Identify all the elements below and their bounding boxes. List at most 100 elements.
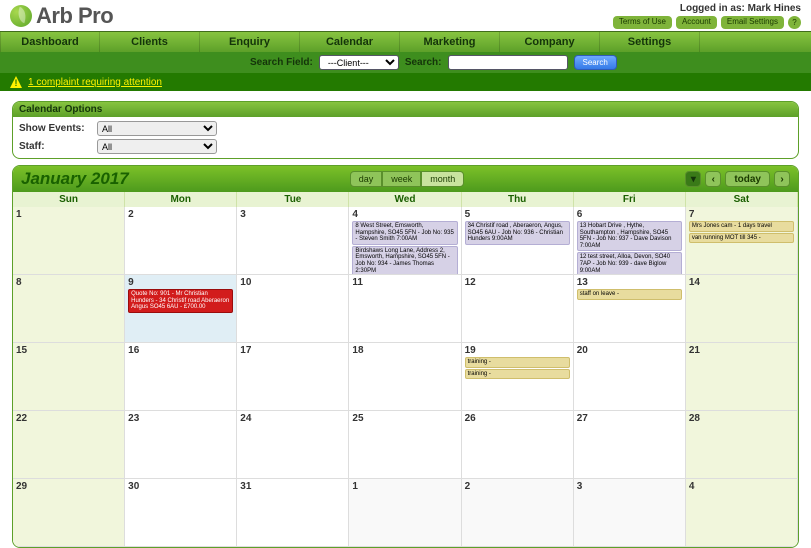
- calendar-event[interactable]: 13 Hobart Drive , Hythe, Southampton , H…: [577, 221, 682, 251]
- day-number: 14: [689, 277, 794, 288]
- day-number: 4: [352, 209, 457, 220]
- day-number: 2: [128, 209, 233, 220]
- view-week[interactable]: week: [382, 171, 421, 187]
- day-number: 21: [689, 345, 794, 356]
- calendar-event[interactable]: Mrs Jones cam - 1 days travel: [689, 221, 794, 232]
- day-cell[interactable]: 10: [237, 275, 349, 343]
- day-number: 10: [240, 277, 345, 288]
- day-cell[interactable]: 16: [125, 343, 237, 411]
- calendar-event[interactable]: Birdshaws Long Lane, Address 2, Emsworth…: [352, 246, 457, 275]
- show-events-select[interactable]: All: [97, 121, 217, 136]
- nav-clients[interactable]: Clients: [100, 32, 200, 52]
- day-number: 3: [577, 481, 682, 492]
- calendar-event[interactable]: van running MOT till 345 -: [689, 233, 794, 244]
- day-number: 27: [577, 413, 682, 424]
- nav-marketing[interactable]: Marketing: [400, 32, 500, 52]
- day-cell[interactable]: 15: [13, 343, 125, 411]
- day-cell[interactable]: 31: [237, 479, 349, 547]
- calendar-event[interactable]: 34 Christif road , Aberaeron, Angus, SO4…: [465, 221, 570, 245]
- prev-button[interactable]: ‹: [705, 171, 721, 187]
- nav-calendar[interactable]: Calendar: [300, 32, 400, 52]
- day-cell[interactable]: 11: [349, 275, 461, 343]
- day-number: 17: [240, 345, 345, 356]
- calendar-event[interactable]: training -: [465, 369, 570, 380]
- calendar-title: January 2017: [21, 169, 129, 189]
- day-cell[interactable]: 24: [237, 411, 349, 479]
- nav-enquiry[interactable]: Enquiry: [200, 32, 300, 52]
- day-cell[interactable]: 13staff on leave -: [574, 275, 686, 343]
- view-day[interactable]: day: [350, 171, 383, 187]
- search-bar: Search Field: ---Client--- Search: Searc…: [0, 52, 811, 73]
- staff-select[interactable]: All: [97, 139, 217, 154]
- alert-text[interactable]: 1 complaint requiring attention: [28, 77, 162, 88]
- nav-settings[interactable]: Settings: [600, 32, 700, 52]
- calendar-event[interactable]: 8 West Street, Emsworth, Hampshire, SO45…: [352, 221, 457, 245]
- day-cell[interactable]: 1: [13, 207, 125, 275]
- day-cell[interactable]: 17: [237, 343, 349, 411]
- calendar-event[interactable]: training -: [465, 357, 570, 368]
- day-cell[interactable]: 20: [574, 343, 686, 411]
- day-cell[interactable]: 23: [125, 411, 237, 479]
- dow-sun: Sun: [13, 192, 125, 207]
- day-number: 1: [352, 481, 457, 492]
- day-number: 6: [577, 209, 682, 220]
- day-number: 29: [16, 481, 121, 492]
- day-cell[interactable]: 3: [237, 207, 349, 275]
- day-cell[interactable]: 48 West Street, Emsworth, Hampshire, SO4…: [349, 207, 461, 275]
- day-number: 23: [128, 413, 233, 424]
- day-cell[interactable]: 613 Hobart Drive , Hythe, Southampton , …: [574, 207, 686, 275]
- search-button[interactable]: Search: [574, 55, 617, 70]
- day-cell[interactable]: 27: [574, 411, 686, 479]
- dow-mon: Mon: [125, 192, 237, 207]
- day-cell[interactable]: 12: [462, 275, 574, 343]
- day-cell[interactable]: 22: [13, 411, 125, 479]
- day-number: 3: [240, 209, 345, 220]
- terms-link[interactable]: Terms of Use: [613, 16, 672, 29]
- day-cell[interactable]: 29: [13, 479, 125, 547]
- day-cell[interactable]: 19training -training -: [462, 343, 574, 411]
- day-cell[interactable]: 14: [686, 275, 798, 343]
- day-cell[interactable]: 4: [686, 479, 798, 547]
- calendar-event[interactable]: 12 test street, Alloa, Devon, SO40 7AP -…: [577, 252, 682, 275]
- calendar-dropdown-icon[interactable]: ▾: [685, 171, 701, 187]
- next-button[interactable]: ›: [774, 171, 790, 187]
- day-number: 24: [240, 413, 345, 424]
- email-settings-link[interactable]: Email Settings: [721, 16, 784, 29]
- panel-title: Calendar Options: [13, 102, 798, 117]
- day-cell[interactable]: 1: [349, 479, 461, 547]
- nav-company[interactable]: Company: [500, 32, 600, 52]
- day-headers: SunMonTueWedThuFriSat: [13, 192, 798, 207]
- alert-banner[interactable]: ! 1 complaint requiring attention: [0, 73, 811, 91]
- nav-dashboard[interactable]: Dashboard: [0, 32, 100, 52]
- day-number: 8: [16, 277, 121, 288]
- leaf-icon: [10, 5, 32, 27]
- brand-text: Arb Pro: [36, 3, 113, 29]
- day-cell[interactable]: 18: [349, 343, 461, 411]
- day-number: 28: [689, 413, 794, 424]
- calendar-options-panel: Calendar Options Show Events: All Staff:…: [12, 101, 799, 159]
- search-input[interactable]: [448, 55, 568, 70]
- day-cell[interactable]: 30: [125, 479, 237, 547]
- view-month[interactable]: month: [421, 171, 464, 187]
- account-link[interactable]: Account: [676, 16, 717, 29]
- day-number: 4: [689, 481, 794, 492]
- day-cell[interactable]: 25: [349, 411, 461, 479]
- day-cell[interactable]: 26: [462, 411, 574, 479]
- calendar-event[interactable]: staff on leave -: [577, 289, 682, 300]
- day-number: 20: [577, 345, 682, 356]
- calendar-event[interactable]: Quote No: 901 - Mr Christian Hunders - 3…: [128, 289, 233, 313]
- day-number: 16: [128, 345, 233, 356]
- day-cell[interactable]: 28: [686, 411, 798, 479]
- day-number: 22: [16, 413, 121, 424]
- day-cell[interactable]: 7Mrs Jones cam - 1 days travelvan runnin…: [686, 207, 798, 275]
- day-cell[interactable]: 2: [462, 479, 574, 547]
- day-cell[interactable]: 534 Christif road , Aberaeron, Angus, SO…: [462, 207, 574, 275]
- search-field-select[interactable]: ---Client---: [319, 55, 399, 70]
- day-cell[interactable]: 2: [125, 207, 237, 275]
- help-icon[interactable]: ?: [788, 16, 801, 29]
- day-cell[interactable]: 9Quote No: 901 - Mr Christian Hunders - …: [125, 275, 237, 343]
- day-cell[interactable]: 21: [686, 343, 798, 411]
- today-button[interactable]: today: [725, 171, 770, 187]
- day-cell[interactable]: 3: [574, 479, 686, 547]
- day-cell[interactable]: 8: [13, 275, 125, 343]
